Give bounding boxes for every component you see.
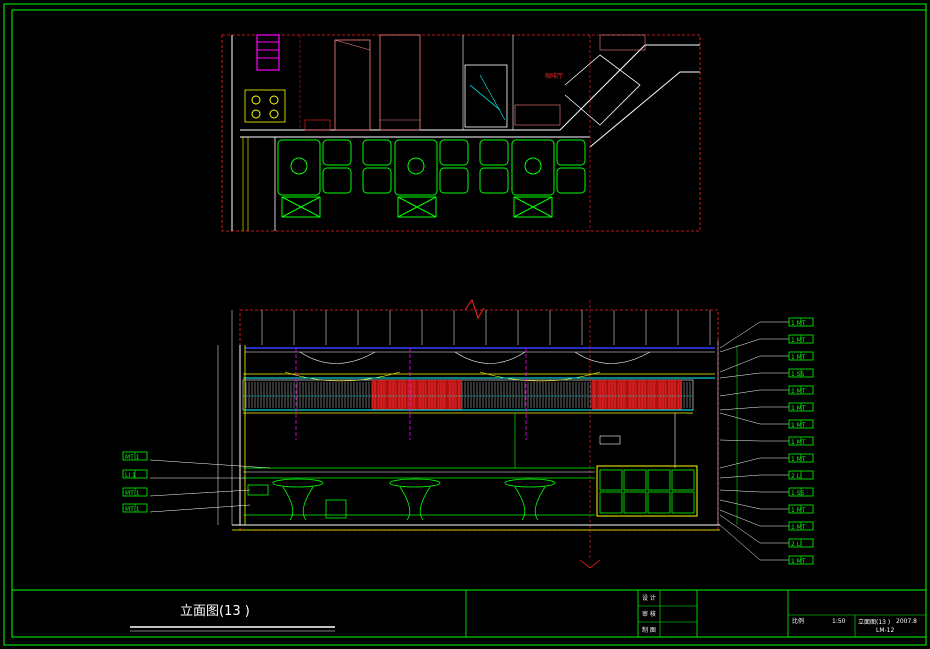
callout-tag-right: 1 MT <box>788 521 814 531</box>
callout-code: MT 1 <box>125 454 140 461</box>
callout-tag-right: 1 MT <box>788 419 814 429</box>
callout-tag-right: 1 MT <box>788 351 814 361</box>
callout-code: 1 MT <box>791 558 806 565</box>
material-callouts-left: MT 1 LI 1 MT 1 MT 1 <box>122 451 148 513</box>
callout-code: 1 SS <box>791 490 805 497</box>
callout-code: 1 MT <box>791 524 806 531</box>
elevation-view <box>217 298 738 569</box>
callout-tag-right: 1 MT <box>788 402 814 412</box>
callout-code: 1 MT <box>791 388 806 395</box>
break-symbol <box>464 298 485 320</box>
callout-tag-right: 1 MT <box>788 385 814 395</box>
callout-tag-left: MT 1 <box>122 503 148 513</box>
callout-code: MT 1 <box>125 506 140 513</box>
title-block-scale-label: 比例 <box>792 618 805 625</box>
callout-code: 1 MT <box>791 456 806 463</box>
equipment-block <box>256 34 280 71</box>
callout-tag-right: 1 MT <box>788 436 814 446</box>
door-swing <box>464 64 508 128</box>
callout-tag-right: 2 LI <box>788 470 814 480</box>
callout-tag-right: 1 MT <box>788 453 814 463</box>
title-block-project: 立面图(13 ) <box>858 619 891 626</box>
callout-tag-left: MT 1 <box>122 451 148 461</box>
cabinet <box>596 465 698 517</box>
callout-code: 1 SS <box>791 371 805 378</box>
callout-tag-left: LI 1 <box>122 469 148 479</box>
callout-tag-right: 1 MT <box>788 334 814 344</box>
plan-extent <box>221 34 701 232</box>
title-block-date-value: 2007.8 <box>896 618 917 625</box>
callout-code: 1 MT <box>791 507 806 514</box>
view-title: 立面图(13 ) <box>180 604 250 619</box>
title-block-reviewer: 审 核 <box>642 611 656 618</box>
callout-code: 1 MT <box>791 422 806 429</box>
seating-groups <box>277 139 586 218</box>
plan-room-label: 咖啡厅 <box>545 72 563 80</box>
title-block-sheet-number: LM-12 <box>876 627 895 634</box>
callout-tag-right: 1 MT <box>788 504 814 514</box>
leader-lines-right <box>719 321 789 561</box>
callout-tag-left: MT 1 <box>122 487 148 497</box>
cad-drawing-canvas: 咖啡厅 1 MT1 MT1 MT1 SS1 MT1 MT1 MT1 MT1 MT… <box>3 3 927 646</box>
callout-tag-right: 1 SS <box>788 487 814 497</box>
callout-code: 1 MT <box>791 354 806 361</box>
callout-code: 2 LI <box>791 473 802 480</box>
material-callouts-right: 1 MT 1 MT 1 MT 1 SS 1 MT 1 MT 1 MT 1 MT 1 MT 2 LI… <box>788 317 814 565</box>
callout-code: LI 1 <box>125 472 136 479</box>
title-block-scale-value: 1:50 <box>832 618 846 625</box>
callout-tag-right: 1 MT <box>788 317 814 327</box>
callout-tag-right: 1 SS <box>788 368 814 378</box>
title-band <box>12 589 926 637</box>
callout-code: 2 LI <box>791 541 802 548</box>
callout-code: 1 MT <box>791 320 806 327</box>
callout-code: 1 MT <box>791 405 806 412</box>
title-block-designer: 设 计 <box>642 595 656 602</box>
title-block-drafter: 制 图 <box>642 627 656 634</box>
callout-code: MT 1 <box>125 490 140 497</box>
callout-tag-right: 1 MT <box>788 555 814 565</box>
callout-code: 1 MT <box>791 439 806 446</box>
callout-tag-right: 2 LI <box>788 538 814 548</box>
callout-code: 1 MT <box>791 337 806 344</box>
floor-plan-view: 咖啡厅 <box>221 34 701 232</box>
